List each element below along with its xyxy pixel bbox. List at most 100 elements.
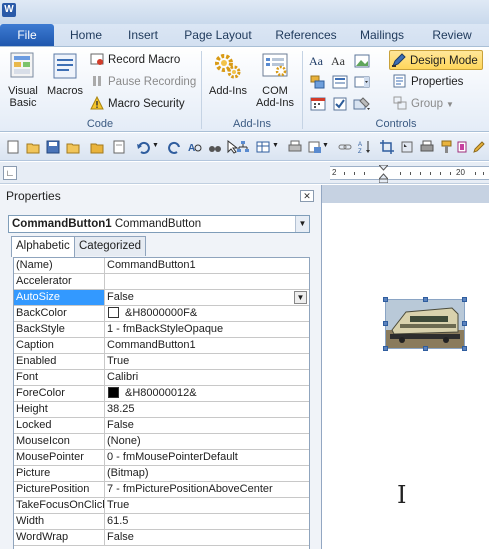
- undo-icon[interactable]: [136, 140, 150, 154]
- page-icon[interactable]: [112, 140, 126, 154]
- property-row[interactable]: Locked False: [14, 418, 309, 434]
- command-button-control[interactable]: [383, 297, 467, 351]
- addins-button[interactable]: Add-Ins: [206, 51, 250, 97]
- tab-home[interactable]: Home: [62, 24, 110, 46]
- resize-handle[interactable]: [383, 346, 388, 351]
- tab-selector[interactable]: ∟: [3, 166, 17, 180]
- dropdown-list-icon[interactable]: [353, 74, 371, 90]
- design-mode-button[interactable]: Design Mode: [389, 50, 483, 70]
- record-macro-button[interactable]: Record Macro: [90, 50, 180, 70]
- printer-icon[interactable]: [420, 140, 434, 154]
- print-icon[interactable]: [288, 140, 302, 154]
- property-value[interactable]: True: [106, 498, 309, 513]
- property-row-selected[interactable]: AutoSize False ▼: [14, 290, 309, 306]
- plain-text-control-icon[interactable]: Aa: [331, 53, 349, 69]
- redo-icon[interactable]: [168, 140, 182, 154]
- resize-handle[interactable]: [462, 297, 467, 302]
- word-app-icon[interactable]: W: [2, 3, 16, 17]
- object-selector[interactable]: CommandButton1 CommandButton ▼: [8, 215, 310, 233]
- highlight-icon[interactable]: [456, 140, 470, 154]
- property-row[interactable]: MousePointer 0 - fmMousePointerDefault: [14, 450, 309, 466]
- property-value[interactable]: False: [106, 530, 309, 545]
- open-folder-icon[interactable]: [26, 140, 40, 154]
- resize-handle[interactable]: [462, 346, 467, 351]
- horizontal-ruler[interactable]: 2 20: [330, 164, 489, 184]
- combo-box-icon[interactable]: [331, 74, 349, 90]
- property-value[interactable]: 38.25: [106, 402, 309, 417]
- close-icon[interactable]: ✕: [300, 190, 314, 202]
- macros-button[interactable]: Macros: [45, 51, 85, 97]
- find-icon[interactable]: A: [188, 140, 202, 154]
- tab-file[interactable]: File: [0, 24, 54, 46]
- insert-icon[interactable]: [308, 140, 322, 154]
- resize-handle[interactable]: [462, 321, 467, 326]
- chevron-down-icon[interactable]: ▼: [152, 142, 166, 156]
- pause-recording-button[interactable]: Pause Recording: [90, 72, 196, 92]
- indent-marker[interactable]: [377, 164, 390, 184]
- visual-basic-button[interactable]: Visual Basic: [3, 51, 43, 109]
- property-value[interactable]: False: [106, 418, 309, 433]
- property-row[interactable]: TakeFocusOnClick True: [14, 498, 309, 514]
- link-icon[interactable]: [338, 140, 352, 154]
- property-row[interactable]: Caption CommandButton1: [14, 338, 309, 354]
- date-picker-icon[interactable]: [309, 96, 327, 112]
- property-value[interactable]: CommandButton1: [106, 258, 309, 273]
- property-row[interactable]: Picture (Bitmap): [14, 466, 309, 482]
- resize-handle[interactable]: [383, 297, 388, 302]
- tab-mailings[interactable]: Mailings: [354, 24, 410, 46]
- property-value-dropdown[interactable]: False ▼: [106, 290, 309, 305]
- property-row[interactable]: Width 61.5: [14, 514, 309, 530]
- property-row[interactable]: (Name) CommandButton1: [14, 258, 309, 274]
- org-chart-icon[interactable]: [236, 140, 250, 154]
- document-page[interactable]: I: [322, 185, 489, 549]
- chevron-down-icon[interactable]: ▼: [294, 291, 307, 304]
- compress-icon[interactable]: [400, 140, 414, 154]
- property-value[interactable]: &H80000012&: [106, 386, 309, 401]
- properties-button[interactable]: Properties: [393, 72, 463, 92]
- table-icon[interactable]: [256, 140, 270, 154]
- new-document-icon[interactable]: [6, 140, 20, 154]
- property-row[interactable]: Height 38.25: [14, 402, 309, 418]
- chevron-down-icon[interactable]: ▼: [295, 216, 309, 232]
- resize-handle[interactable]: [383, 321, 388, 326]
- picture-control-icon[interactable]: [353, 53, 371, 69]
- macro-security-button[interactable]: Macro Security: [90, 94, 185, 114]
- building-block-icon[interactable]: [309, 74, 327, 90]
- property-value[interactable]: &H8000000F&: [106, 306, 309, 321]
- property-row[interactable]: Accelerator: [14, 274, 309, 290]
- property-value[interactable]: CommandButton1: [106, 338, 309, 353]
- checkbox-control-icon[interactable]: [331, 96, 349, 112]
- property-row[interactable]: PicturePosition 7 - fmPicturePositionAbo…: [14, 482, 309, 498]
- property-row[interactable]: Enabled True: [14, 354, 309, 370]
- folder-icon[interactable]: [66, 140, 80, 154]
- binoculars-icon[interactable]: [208, 140, 222, 154]
- tab-categorized[interactable]: Categorized: [74, 236, 147, 256]
- save-icon[interactable]: [46, 140, 60, 154]
- legacy-tools-icon[interactable]: [353, 96, 371, 112]
- property-value[interactable]: 7 - fmPicturePositionAboveCenter: [106, 482, 309, 497]
- pencil-icon[interactable]: [472, 140, 486, 154]
- crop-icon[interactable]: [380, 140, 394, 154]
- property-value[interactable]: 0 - fmMousePointerDefault: [106, 450, 309, 465]
- resize-handle[interactable]: [423, 297, 428, 302]
- property-value[interactable]: 61.5: [106, 514, 309, 529]
- format-painter-icon[interactable]: [440, 140, 454, 154]
- tab-review[interactable]: Review: [428, 24, 476, 46]
- property-value[interactable]: (None): [106, 434, 309, 449]
- tab-references[interactable]: References: [270, 24, 342, 46]
- rich-text-control-icon[interactable]: Aa: [309, 53, 327, 69]
- property-row[interactable]: WordWrap False: [14, 530, 309, 546]
- property-value[interactable]: True: [106, 354, 309, 369]
- property-row[interactable]: BackStyle 1 - fmBackStyleOpaque: [14, 322, 309, 338]
- folder-open-icon[interactable]: [90, 140, 104, 154]
- property-row[interactable]: BackColor &H8000000F&: [14, 306, 309, 322]
- sort-icon[interactable]: AZ: [358, 140, 372, 154]
- com-addins-button[interactable]: COM Add-Ins: [252, 51, 298, 109]
- property-row[interactable]: MouseIcon (None): [14, 434, 309, 450]
- group-button[interactable]: Group ▼: [393, 94, 454, 114]
- property-value[interactable]: Calibri: [106, 370, 309, 385]
- resize-handle[interactable]: [423, 346, 428, 351]
- chevron-down-icon[interactable]: ▼: [322, 142, 336, 156]
- tab-insert[interactable]: Insert: [118, 24, 168, 46]
- property-row[interactable]: ForeColor &H80000012&: [14, 386, 309, 402]
